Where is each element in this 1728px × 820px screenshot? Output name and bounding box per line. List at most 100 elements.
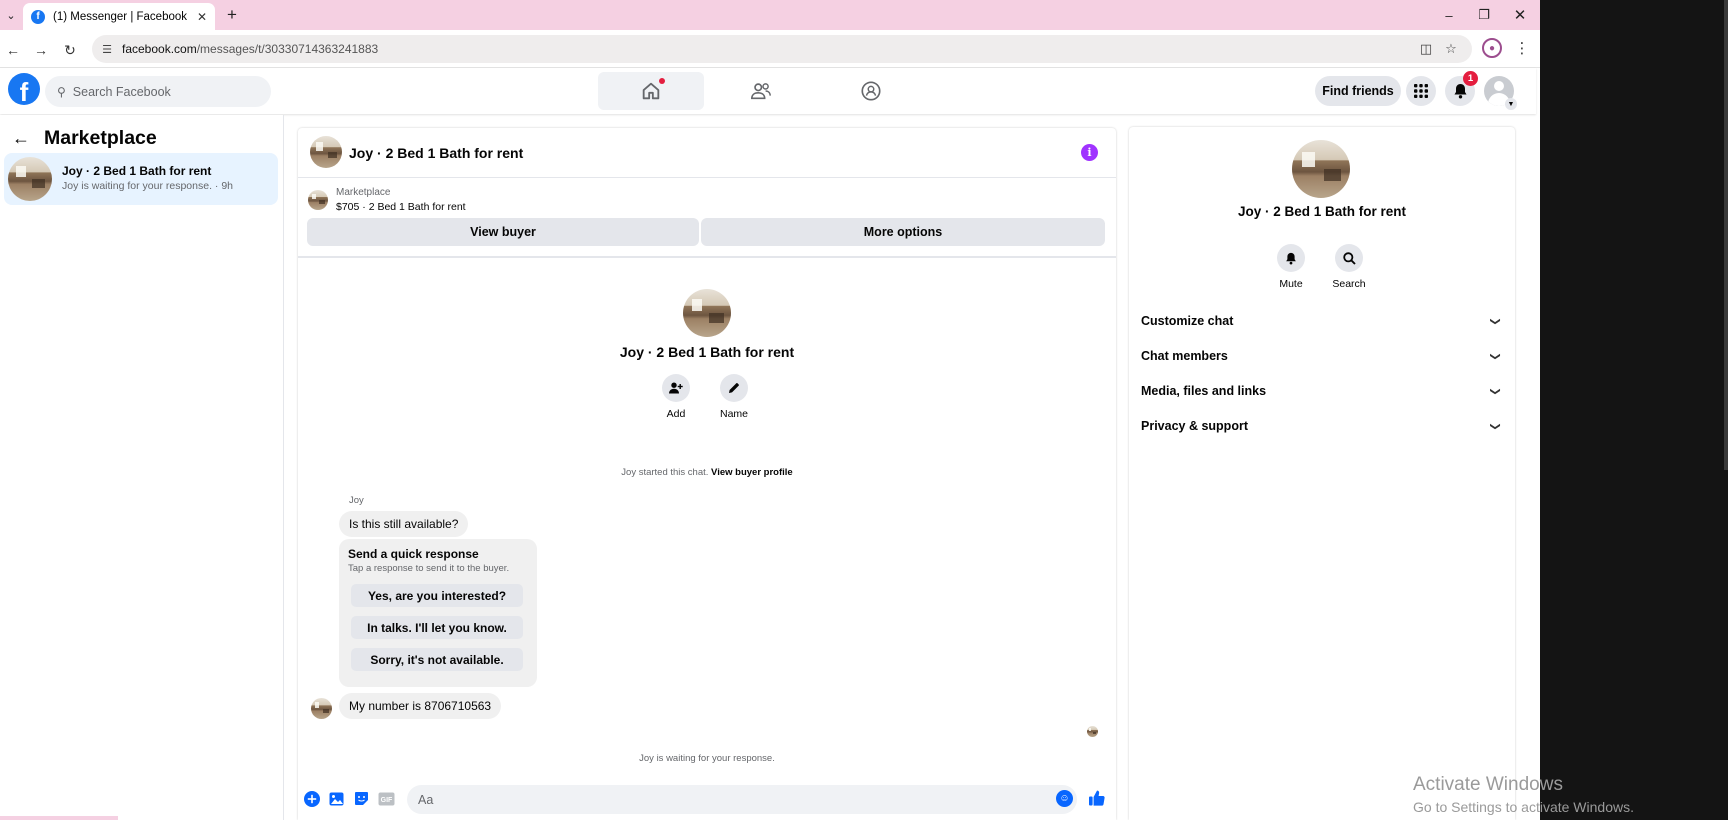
marketplace-header: ← Marketplace — [12, 127, 157, 150]
pencil-icon — [720, 374, 748, 402]
conversation-list: ← Marketplace Joy · 2 Bed 1 Bath for ren… — [0, 115, 284, 820]
back-arrow-icon[interactable]: ← — [12, 128, 30, 149]
conversation-snippet: Joy is waiting for your response. · 9h — [62, 180, 233, 192]
svg-text:GIF: GIF — [381, 797, 393, 804]
chat-header: Joy · 2 Bed 1 Bath for rent i — [298, 128, 1116, 178]
chevron-down-icon: ❯ — [1489, 421, 1501, 431]
nav-home[interactable] — [598, 72, 704, 110]
quick-reply-button[interactable]: In talks. I'll let you know. — [351, 616, 523, 639]
details-avatar[interactable] — [1292, 140, 1350, 198]
info-icon[interactable]: i — [1081, 144, 1098, 161]
apps-grid-icon[interactable] — [1406, 76, 1436, 106]
home-icon — [642, 82, 660, 100]
thumbs-up-icon[interactable] — [1087, 788, 1107, 808]
search-label: Search — [1332, 278, 1366, 290]
gif-icon[interactable]: GIF — [378, 790, 395, 807]
chat-details-panel: Joy · 2 Bed 1 Bath for rent Mute Search … — [1129, 127, 1515, 820]
back-icon[interactable]: ← — [2, 39, 24, 61]
address-bar-row: ← → ↻ ☰ facebook.com/messages/t/30330714… — [0, 30, 1540, 68]
home-notification-dot — [659, 78, 665, 84]
name-chat-button[interactable]: Name — [709, 374, 759, 420]
quick-reply-button[interactable]: Yes, are you interested? — [351, 584, 523, 607]
message-placeholder: Aa — [418, 792, 434, 807]
menu-icon[interactable]: ⋮ — [1513, 38, 1531, 58]
list-item[interactable]: Joy · 2 Bed 1 Bath for rent Joy is waiti… — [4, 153, 278, 205]
browser-window: ⌄ f (1) Messenger | Facebook ✕ + – ❐ ✕ ←… — [0, 0, 1540, 820]
profile-icon[interactable]: ● — [1482, 38, 1502, 58]
bell-icon — [1277, 244, 1305, 272]
view-buyer-button[interactable]: View buyer — [307, 218, 699, 246]
chevron-down-icon: ❯ — [1489, 316, 1501, 326]
address-bar[interactable]: ☰ facebook.com/messages/t/30330714363241… — [92, 35, 1472, 63]
emoji-icon[interactable]: ☺ — [1056, 790, 1073, 807]
more-options-button[interactable]: More options — [701, 218, 1105, 246]
conversation-avatar — [8, 157, 52, 201]
close-tab-icon[interactable]: ✕ — [197, 10, 207, 24]
groups-icon — [861, 81, 881, 101]
seen-indicator-avatar — [1087, 726, 1098, 737]
waiting-notice: Joy is waiting for your response. — [639, 753, 775, 764]
site-info-icon[interactable]: ☰ — [98, 40, 116, 58]
name-label: Name — [719, 408, 748, 420]
chat-panel: Joy · 2 Bed 1 Bath for rent i Marketplac… — [298, 128, 1116, 820]
taskbar-edge — [0, 816, 118, 820]
add-member-button[interactable]: Add — [651, 374, 701, 420]
sticker-icon[interactable] — [353, 790, 370, 807]
message-bubble[interactable]: My number is 8706710563 — [339, 693, 502, 719]
nav-friends[interactable] — [708, 72, 814, 110]
mute-label: Mute — [1279, 278, 1303, 290]
plus-circle-icon[interactable] — [303, 790, 320, 807]
restore-icon[interactable]: ❐ — [1469, 4, 1499, 26]
search-input[interactable]: ⚲ Search Facebook — [45, 76, 271, 107]
url-text: facebook.com/messages/t/3033071436324188… — [122, 42, 379, 56]
mute-button[interactable]: Mute — [1266, 244, 1316, 290]
sender-name: Joy — [349, 495, 364, 506]
details-name: Joy · 2 Bed 1 Bath for rent — [1237, 204, 1407, 219]
page-title: Marketplace — [44, 127, 157, 149]
browser-tab[interactable]: f (1) Messenger | Facebook ✕ — [23, 3, 215, 30]
search-in-chat-button[interactable]: Search — [1324, 244, 1374, 290]
chevron-down-icon[interactable]: ▼ — [1505, 98, 1517, 110]
image-icon[interactable] — [328, 790, 345, 807]
friends-icon — [751, 83, 771, 100]
listing-source: Marketplace — [336, 187, 391, 198]
intro-avatar — [683, 289, 731, 337]
add-label: Add — [666, 408, 686, 420]
conversation-name: Joy · 2 Bed 1 Bath for rent — [62, 164, 212, 178]
listing-thumbnail — [308, 190, 328, 210]
tab-strip: ⌄ f (1) Messenger | Facebook ✕ + – ❐ ✕ — [0, 0, 1540, 30]
quick-reply-button[interactable]: Sorry, it's not available. — [351, 648, 523, 671]
intro-name: Joy · 2 Bed 1 Bath for rent — [619, 344, 795, 360]
find-friends-button[interactable]: Find friends — [1315, 76, 1401, 106]
section-media-files-links[interactable]: Media, files and links ❯ — [1141, 378, 1501, 404]
forward-icon[interactable]: → — [30, 39, 52, 61]
message-bubble[interactable]: Is this still available? — [339, 511, 469, 537]
close-window-icon[interactable]: ✕ — [1505, 4, 1535, 26]
new-tab-icon[interactable]: + — [222, 5, 242, 25]
desktop-background — [1540, 0, 1728, 820]
facebook-favicon: f — [31, 9, 45, 24]
tab-list-icon[interactable]: ⌄ — [2, 5, 20, 25]
listing-description[interactable]: $705 · 2 Bed 1 Bath for rent — [336, 201, 466, 213]
activate-windows-title: Activate Windows — [1413, 774, 1563, 795]
section-privacy-support[interactable]: Privacy & support ❯ — [1141, 413, 1501, 439]
quick-response-title: Send a quick response — [348, 547, 479, 561]
view-buyer-profile-link[interactable]: View buyer profile — [711, 467, 793, 478]
quick-response-card: Send a quick response Tap a response to … — [339, 539, 537, 687]
star-icon[interactable]: ☆ — [1441, 39, 1461, 59]
reload-icon[interactable]: ↻ — [59, 39, 81, 61]
section-chat-members[interactable]: Chat members ❯ — [1141, 343, 1501, 369]
chat-avatar[interactable] — [310, 136, 342, 168]
facebook-logo[interactable]: f — [8, 73, 40, 105]
activate-windows-subtitle: Go to Settings to activate Windows. — [1413, 798, 1634, 815]
install-icon[interactable]: ◫ — [1416, 39, 1436, 59]
minimize-icon[interactable]: – — [1434, 4, 1464, 26]
search-icon — [1335, 244, 1363, 272]
add-person-icon — [662, 374, 690, 402]
scrollbar[interactable] — [1724, 0, 1728, 470]
message-input[interactable]: Aa — [407, 785, 1077, 814]
chat-title[interactable]: Joy · 2 Bed 1 Bath for rent — [349, 145, 523, 161]
section-customize-chat[interactable]: Customize chat ❯ — [1141, 308, 1501, 334]
nav-groups[interactable] — [818, 72, 924, 110]
chevron-down-icon: ❯ — [1489, 386, 1501, 396]
